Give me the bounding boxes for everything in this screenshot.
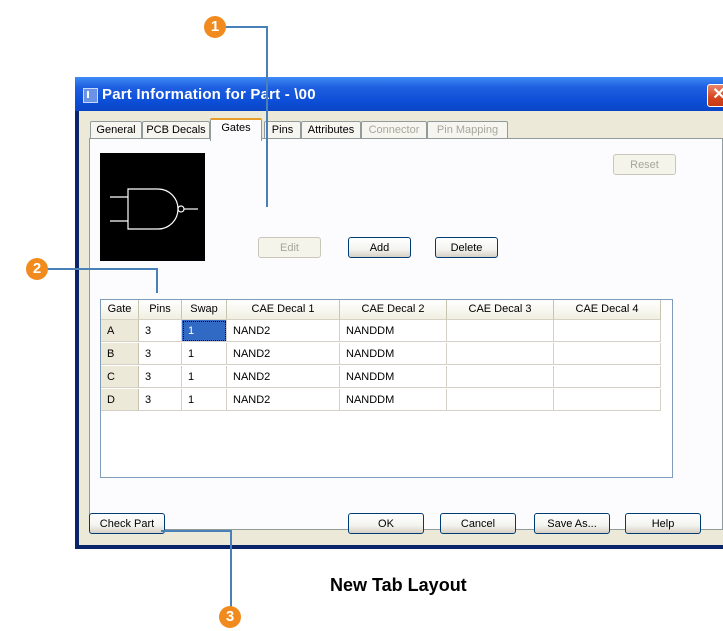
cae-decal-2-cell[interactable]: NANDDM — [340, 366, 447, 388]
pins-cell[interactable]: 3 — [139, 320, 182, 342]
save-as-button[interactable]: Save As... — [534, 513, 610, 534]
column-header-cae-decal-2[interactable]: CAE Decal 2 — [340, 300, 447, 320]
nand-gate-icon — [110, 188, 198, 230]
cae-decal-2-cell[interactable]: NANDDM — [340, 389, 447, 411]
cancel-button[interactable]: Cancel — [440, 513, 516, 534]
tab-general[interactable]: General — [90, 121, 142, 139]
tab-pcb-decals[interactable]: PCB Decals — [142, 121, 210, 139]
callout-3-badge: 3 — [219, 606, 241, 628]
close-icon: ✕ — [712, 86, 723, 103]
pins-cell[interactable]: 3 — [139, 343, 182, 365]
cae-decal-1-cell[interactable]: NAND2 — [227, 389, 340, 411]
cae-decal-2-cell[interactable]: NANDDM — [340, 320, 447, 342]
help-button[interactable]: Help — [625, 513, 701, 534]
callout-3-line — [161, 530, 232, 532]
callout-1-leader — [266, 26, 268, 207]
cae-decal-3-cell[interactable] — [447, 366, 554, 388]
callout-2-leader — [156, 268, 158, 293]
cae-decal-1-cell[interactable]: NAND2 — [227, 320, 340, 342]
cae-decal-1-cell[interactable]: NAND2 — [227, 343, 340, 365]
part-information-dialog: Part Information for Part - \00 ✕ Genera… — [75, 77, 723, 549]
close-button[interactable]: ✕ — [707, 84, 723, 107]
title-bar[interactable]: Part Information for Part - \00 ✕ — [75, 77, 723, 111]
edit-button[interactable]: Edit — [258, 237, 321, 258]
pins-cell[interactable]: 3 — [139, 366, 182, 388]
column-header-cae-decal-3[interactable]: CAE Decal 3 — [447, 300, 554, 320]
column-header-pins[interactable]: Pins — [139, 300, 182, 320]
cae-decal-4-cell[interactable] — [554, 320, 661, 342]
pins-cell[interactable]: 3 — [139, 389, 182, 411]
column-header-swap[interactable]: Swap — [182, 300, 227, 320]
check-part-button[interactable]: Check Part — [89, 513, 165, 534]
tab-connector[interactable]: Connector — [361, 121, 427, 139]
reset-button[interactable]: Reset — [613, 154, 676, 175]
cae-decal-4-cell[interactable] — [554, 366, 661, 388]
tab-gates[interactable]: Gates — [210, 118, 262, 141]
cae-decal-1-cell[interactable]: NAND2 — [227, 366, 340, 388]
gates-tab-panel: Reset Edit Add Delete Gate Pins Swap CAE… — [89, 138, 723, 530]
delete-button[interactable]: Delete — [435, 237, 498, 258]
callout-3-leader — [230, 530, 232, 608]
tab-pins[interactable]: Pins — [264, 121, 301, 139]
app-icon — [83, 88, 98, 103]
callout-2-badge: 2 — [26, 258, 48, 280]
swap-cell[interactable]: 1 — [182, 320, 227, 342]
cae-decal-4-cell[interactable] — [554, 389, 661, 411]
swap-cell[interactable]: 1 — [182, 389, 227, 411]
callout-1-badge: 1 — [204, 16, 226, 38]
window-title: Part Information for Part - \00 — [102, 86, 316, 103]
tab-attributes[interactable]: Attributes — [301, 121, 361, 139]
gate-cell[interactable]: B — [101, 343, 139, 365]
caption: New Tab Layout — [330, 575, 467, 595]
tab-pin-mapping[interactable]: Pin Mapping — [427, 121, 508, 139]
callout-1-line — [225, 26, 268, 28]
callout-2-line — [40, 268, 158, 270]
swap-cell[interactable]: 1 — [182, 343, 227, 365]
cae-decal-3-cell[interactable] — [447, 320, 554, 342]
cae-decal-3-cell[interactable] — [447, 389, 554, 411]
cae-decal-4-cell[interactable] — [554, 343, 661, 365]
dialog-client-area: General PCB Decals Gates Pins Attributes… — [79, 111, 723, 545]
column-header-cae-decal-1[interactable]: CAE Decal 1 — [227, 300, 340, 320]
gate-cell[interactable]: D — [101, 389, 139, 411]
gate-preview — [100, 153, 205, 261]
column-header-gate[interactable]: Gate — [101, 300, 139, 320]
column-header-cae-decal-4[interactable]: CAE Decal 4 — [554, 300, 661, 320]
gate-cell[interactable]: A — [101, 320, 139, 342]
swap-cell[interactable]: 1 — [182, 366, 227, 388]
cae-decal-2-cell[interactable]: NANDDM — [340, 343, 447, 365]
gates-grid[interactable]: Gate Pins Swap CAE Decal 1 CAE Decal 2 C… — [100, 299, 673, 478]
cae-decal-3-cell[interactable] — [447, 343, 554, 365]
ok-button[interactable]: OK — [348, 513, 424, 534]
add-button[interactable]: Add — [348, 237, 411, 258]
gate-cell[interactable]: C — [101, 366, 139, 388]
